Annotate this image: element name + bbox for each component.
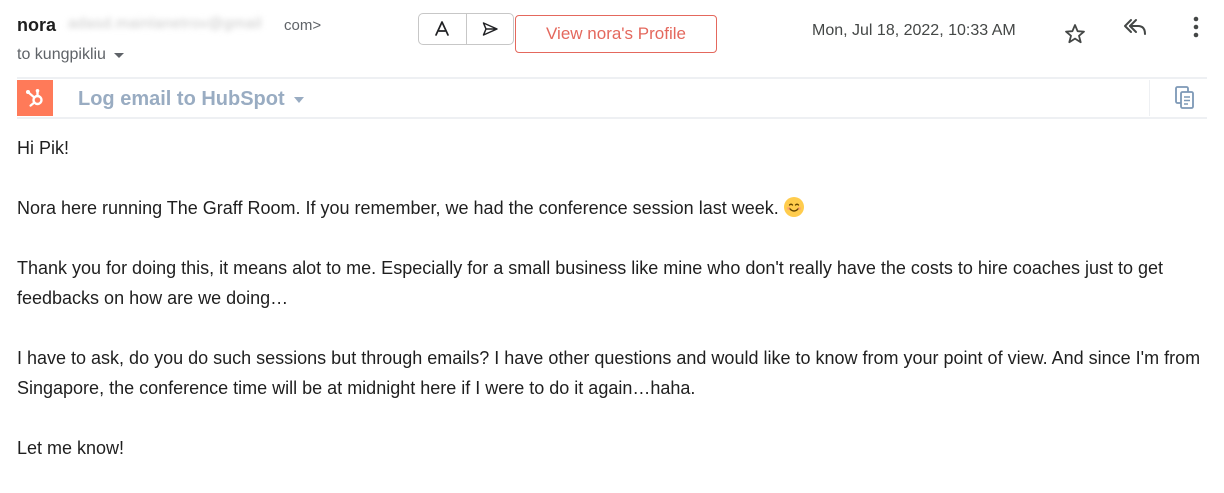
- recipient-label: to kungpikliu: [17, 46, 106, 63]
- star-button[interactable]: [1062, 21, 1088, 47]
- recipient-line[interactable]: to kungpikliu: [17, 46, 124, 64]
- paragraph-intro-text: Nora here running The Graff Room. If you…: [17, 198, 779, 218]
- send-button[interactable]: [465, 14, 514, 44]
- smiling-face-emoji-icon: [783, 197, 804, 217]
- chevron-down-icon: [293, 96, 304, 103]
- log-email-label: Log email to HubSpot: [78, 88, 285, 110]
- ai-assist-button[interactable]: [419, 14, 466, 44]
- recipient-details-chevron-icon[interactable]: [113, 52, 124, 58]
- hubspot-sprocket-icon: [26, 89, 43, 107]
- log-email-dropdown[interactable]: Log email to HubSpot: [78, 88, 304, 111]
- star-icon: [1065, 24, 1085, 44]
- paragraph-intro: Nora here running The Graff Room. If you…: [17, 193, 1217, 223]
- reply-icon: [1124, 19, 1146, 35]
- more-options-button[interactable]: [1184, 12, 1208, 42]
- hubspot-bar-divider: [1149, 80, 1150, 116]
- sender-email-redacted: adasd.mainlanetrov@gmail: [68, 15, 262, 32]
- sender-name: nora: [17, 15, 57, 35]
- view-profile-button[interactable]: View nora's Profile: [515, 15, 717, 53]
- send-icon: [482, 22, 498, 36]
- greeting-text: Hi Pik!: [17, 138, 70, 158]
- paragraph-thanks: Thank you for doing this, it means alot …: [17, 258, 1164, 308]
- sender-email-end: com>: [284, 17, 322, 34]
- reply-button[interactable]: [1120, 12, 1150, 42]
- hubspot-logo-icon[interactable]: [17, 80, 53, 116]
- email-date: Mon, Jul 18, 2022, 10:33 AM: [812, 22, 1016, 39]
- closing-text: Let me know!: [17, 438, 125, 458]
- copy-button[interactable]: [1172, 84, 1198, 112]
- email-body: Hi Pik! Nora here running The Graff Room…: [17, 133, 1217, 493]
- paragraph-question: I have to ask, do you do such sessions b…: [17, 348, 1201, 398]
- more-vert-icon: [1193, 16, 1199, 38]
- ai-assist-icon: [435, 21, 450, 36]
- copy-icon: [1175, 86, 1194, 109]
- quick-action-group: [418, 13, 514, 45]
